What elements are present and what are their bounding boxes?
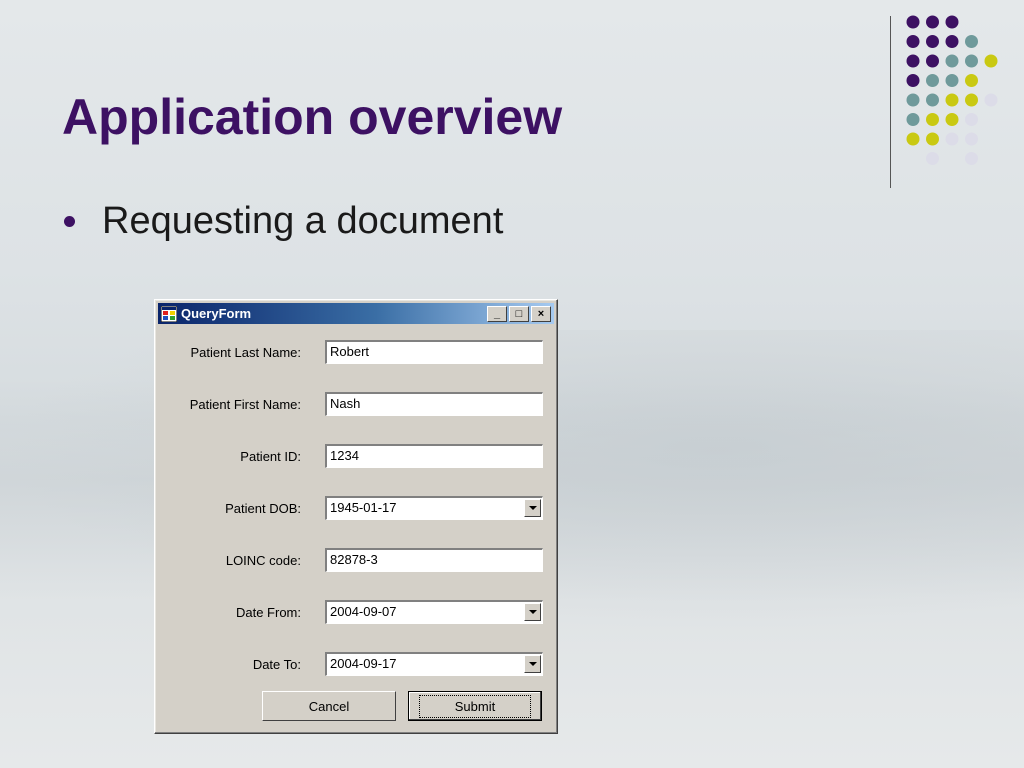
chevron-down-icon[interactable] — [524, 603, 541, 621]
decor-dot — [906, 54, 920, 68]
patient-first-name-input[interactable]: Nash — [325, 392, 543, 416]
patient-last-name-label: Patient Last Name: — [190, 345, 301, 360]
queryform-window: QueryForm _ □ × Patient Last Name: Rober… — [154, 299, 558, 734]
decor-dot — [945, 113, 959, 126]
loinc-code-input[interactable]: 82878-3 — [325, 548, 543, 572]
decor-dot — [965, 152, 978, 165]
decor-dot — [926, 113, 939, 126]
loinc-code-label: LOINC code: — [225, 553, 301, 568]
decor-dot — [984, 93, 998, 107]
decor-dot — [965, 93, 978, 107]
patient-id-label: Patient ID: — [240, 449, 301, 464]
decor-dot — [945, 35, 959, 48]
patient-dob-value: 1945-01-17 — [330, 500, 397, 515]
patient-dob-dropdown[interactable]: 1945-01-17 — [325, 496, 543, 520]
decor-dot-grid-icon — [906, 15, 998, 165]
decor-dot — [926, 54, 939, 68]
date-from-dropdown[interactable]: 2004-09-07 — [325, 600, 543, 624]
close-button[interactable]: × — [531, 306, 551, 322]
decor-dot — [965, 35, 978, 48]
decor-dot — [945, 54, 959, 68]
patient-first-name-value: Nash — [330, 396, 361, 411]
chevron-down-icon[interactable] — [524, 499, 541, 517]
decor-dot — [984, 54, 998, 68]
date-to-value: 2004-09-17 — [330, 656, 397, 671]
decor-dot — [945, 15, 959, 29]
patient-last-name-value: Robert — [330, 344, 370, 359]
date-from-label: Date From: — [235, 605, 301, 620]
decor-dot — [965, 74, 978, 87]
minimize-button[interactable]: _ — [487, 306, 507, 322]
patient-dob-label: Patient DOB: — [225, 501, 301, 516]
submit-button[interactable]: Submit — [408, 691, 542, 721]
loinc-code-value: 82878-3 — [330, 552, 378, 567]
bullet-dot-icon — [64, 216, 75, 227]
window-title: QueryForm — [181, 306, 252, 321]
patient-id-value: 1234 — [330, 448, 359, 463]
cancel-button[interactable]: Cancel — [262, 691, 396, 721]
submit-button-label: Submit — [418, 694, 532, 718]
bullet-text: Requesting a document — [102, 200, 504, 242]
patient-id-input[interactable]: 1234 — [325, 444, 543, 468]
patient-last-name-input[interactable]: Robert — [325, 340, 543, 364]
decor-dot — [945, 132, 959, 146]
window-titlebar[interactable]: QueryForm _ □ × — [158, 303, 554, 324]
decor-dot — [945, 74, 959, 87]
decor-divider — [890, 16, 891, 188]
decor-dot — [906, 74, 920, 87]
decor-dot — [965, 132, 978, 146]
decor-dot — [906, 35, 920, 48]
decor-dot — [926, 74, 939, 87]
date-from-value: 2004-09-07 — [330, 604, 397, 619]
decor-dot — [926, 35, 939, 48]
decor-dot — [906, 113, 920, 126]
decor-dot — [926, 152, 939, 165]
decor-dot — [945, 93, 959, 107]
app-icon — [160, 305, 178, 322]
date-to-label: Date To: — [252, 657, 301, 672]
decor-dot — [906, 15, 920, 29]
patient-first-name-label: Patient First Name: — [189, 397, 301, 412]
decor-dot — [926, 132, 939, 146]
maximize-button[interactable]: □ — [509, 306, 529, 322]
cancel-button-label: Cancel — [308, 698, 350, 714]
slide-title: Application overview — [62, 89, 563, 145]
decor-dot — [906, 93, 920, 107]
decor-dot — [926, 15, 939, 29]
date-to-dropdown[interactable]: 2004-09-17 — [325, 652, 543, 676]
bullet-item: Requesting a document — [64, 200, 503, 243]
decor-dot — [926, 93, 939, 107]
window-controls: _ □ × — [487, 306, 551, 322]
decor-dot — [906, 132, 920, 146]
decor-dot — [965, 113, 978, 126]
chevron-down-icon[interactable] — [524, 655, 541, 673]
decor-dot — [965, 54, 978, 68]
